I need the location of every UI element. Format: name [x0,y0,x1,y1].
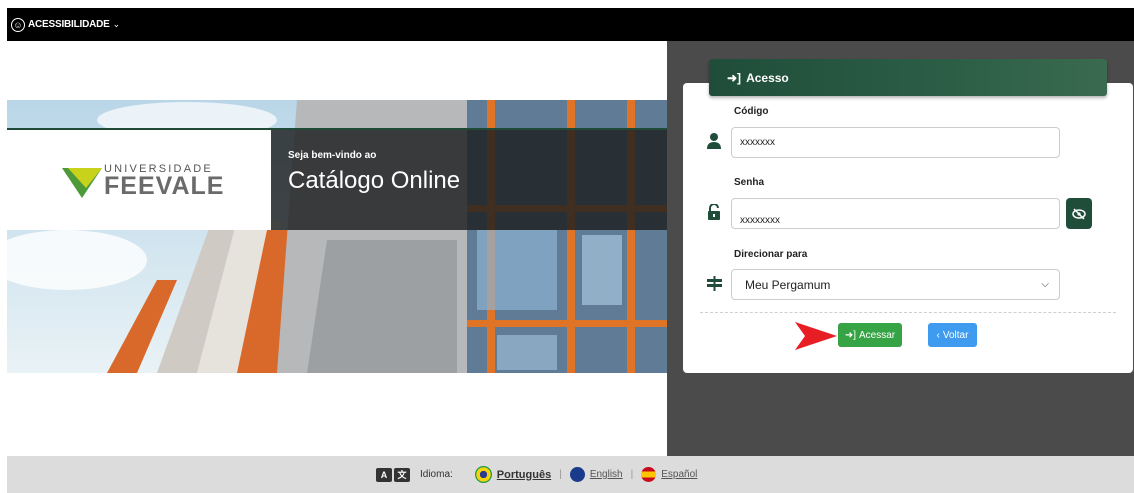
accessibility-menu-label[interactable]: ACESSIBILIDADE [28,19,110,30]
redirect-selected-value: Meu Pergamum [745,277,831,292]
panel-title: Acesso [746,70,789,85]
language-link-english[interactable]: English [590,469,623,480]
translate-icon: A [376,467,392,482]
accessibility-bar: ☺ ACESSIBILIDADE ⌄ [7,8,1134,41]
chevron-down-icon[interactable]: ⌄ [113,19,121,30]
form-divider [700,312,1116,313]
submit-button[interactable]: ➜] Acessar [838,323,902,347]
login-panel-header: ➜] Acesso [709,59,1107,96]
redirect-select[interactable]: Meu Pergamum ⌵ [731,269,1060,300]
catalog-title: Catálogo Online [288,167,461,194]
sign-in-icon: ➜] [844,329,857,341]
language-footer: A 文 Idioma: Português | English | Españo… [7,456,1134,493]
separator: | [559,469,562,480]
red-arrow-icon [795,322,837,350]
university-logo: UNIVERSIDADE FEEVALE [7,128,271,230]
welcome-banner: Seja bem-vindo ao Catálogo Online [271,128,667,230]
language-link-spanish[interactable]: Español [661,469,697,480]
spain-flag-icon [641,467,657,482]
code-label: Código [734,106,769,117]
sign-in-icon: ➜] [727,70,742,85]
feevale-logo-icon [62,168,102,198]
eye-slash-icon [1072,207,1086,220]
separator: | [630,469,634,480]
password-input[interactable]: xxxxxxxx [731,198,1060,229]
welcome-subtitle: Seja bem-vindo ao [288,150,377,161]
password-label: Senha [734,177,765,188]
logo-line2: FEEVALE [104,172,225,200]
language-link-portuguese[interactable]: Português [497,469,551,481]
accessibility-icon[interactable]: ☺ [11,17,25,32]
chevron-down-icon: ⌵ [1041,279,1049,290]
submit-label: Acessar [859,329,896,341]
brazil-flag-icon [474,466,492,483]
code-input[interactable]: xxxxxxx [731,127,1060,158]
back-label: Voltar [942,329,969,341]
back-button[interactable]: ‹ Voltar [928,323,977,347]
toggle-password-button[interactable] [1066,198,1092,229]
language-label: Idioma: [420,469,453,480]
uk-flag-icon [569,467,585,482]
chevron-left-icon: ‹ [936,329,940,341]
redirect-label: Direcionar para [734,249,808,260]
unlock-icon [707,203,721,225]
signs-icon [707,276,722,296]
translate-alt-icon: 文 [394,467,410,482]
user-icon [707,133,721,154]
